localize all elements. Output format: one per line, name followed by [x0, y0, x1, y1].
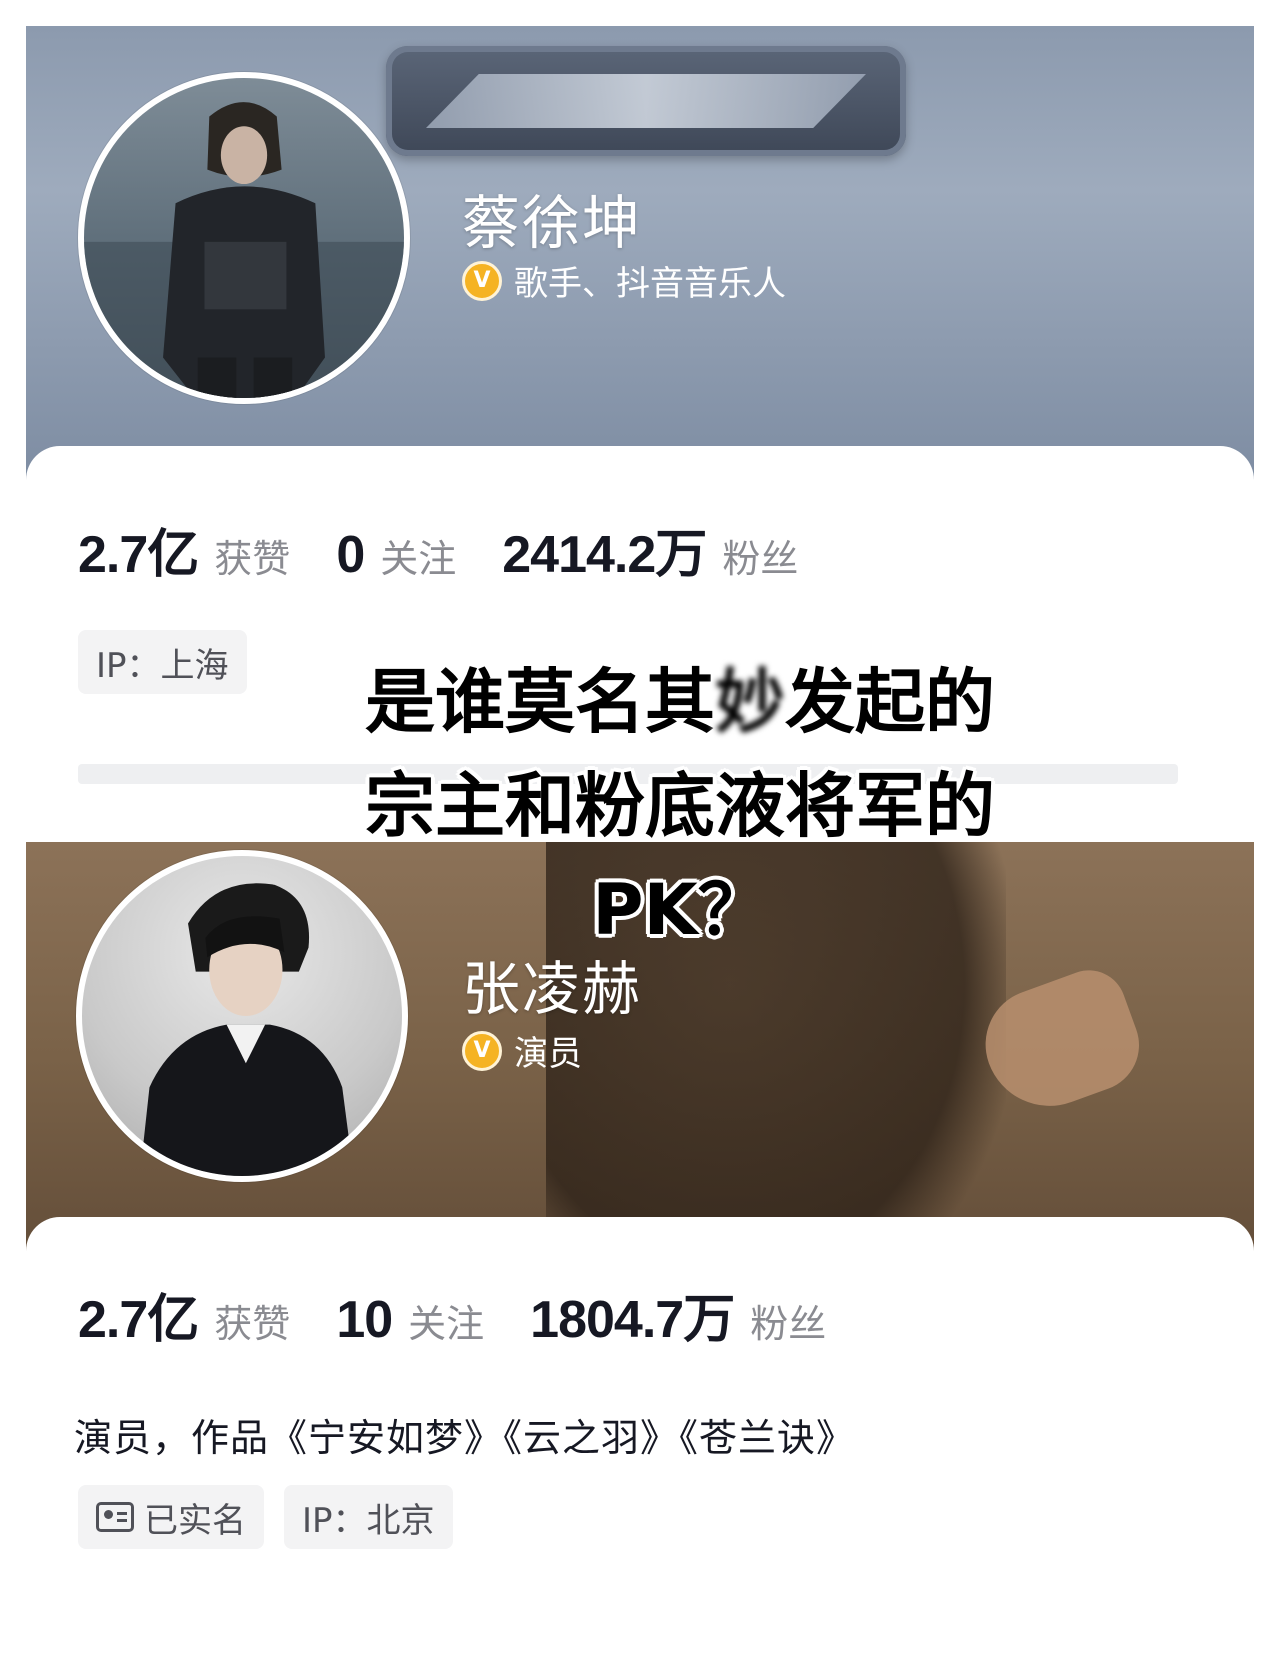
tags-row: IP：上海	[78, 630, 247, 694]
profile-card-2: 张凌赫 V 演员 2.7亿 获赞 10 关注 1804.7万 粉丝 演员，作品《…	[26, 842, 1254, 1671]
caption-line-1-end: 发起的	[784, 660, 997, 745]
stat-label: 关注	[380, 537, 457, 581]
stat-label: 粉丝	[750, 1302, 827, 1346]
overlay-caption: 是谁莫名其妙发起的 宗主和粉底液将军的 PK？	[320, 650, 1040, 962]
real-name-tag: 已实名	[78, 1485, 264, 1549]
stat-label: 粉丝	[722, 537, 799, 581]
tags-row: 已实名 IP：北京	[78, 1485, 453, 1549]
ip-location-text: IP：上海	[96, 645, 229, 686]
banner-logo-shape	[426, 74, 866, 128]
stat-value: 1804.7万	[530, 1291, 735, 1349]
stat-likes[interactable]: 2.7亿 获赞	[78, 1277, 290, 1352]
caption-line-3: PK？	[591, 868, 770, 953]
stat-value: 0	[336, 526, 365, 584]
stat-label: 获赞	[214, 537, 291, 581]
stat-label: 获赞	[214, 1302, 291, 1346]
verified-row: V 演员	[462, 1026, 582, 1075]
stat-value: 2.7亿	[78, 1291, 199, 1349]
stats-row: 2.7亿 获赞 10 关注 1804.7万 粉丝	[78, 1277, 872, 1352]
profile-bio: 演员，作品《宁安如梦》《云之羽》《苍兰诀》	[74, 1416, 856, 1460]
real-name-text: 已实名	[144, 1500, 246, 1541]
banner-logo-plate	[386, 46, 906, 156]
stat-value: 10	[336, 1291, 393, 1349]
ip-location-text: IP：北京	[302, 1500, 435, 1541]
stat-followers[interactable]: 2414.2万 粉丝	[502, 512, 798, 587]
stat-value: 2.7亿	[78, 526, 199, 584]
verified-v-icon: V	[462, 260, 502, 301]
avatar[interactable]	[78, 72, 410, 404]
caption-line-1-start: 是谁莫名其	[364, 660, 717, 745]
stat-likes[interactable]: 2.7亿 获赞	[78, 512, 290, 587]
verified-title: 演员	[514, 1034, 582, 1074]
stat-label: 关注	[408, 1302, 485, 1346]
ip-location-tag: IP：北京	[284, 1485, 453, 1549]
stats-row: 2.7亿 获赞 0 关注 2414.2万 粉丝	[78, 512, 844, 587]
ip-location-tag: IP：上海	[78, 630, 247, 694]
caption-line-2: 宗主和粉底液将军的	[364, 764, 997, 849]
stat-following[interactable]: 10 关注	[336, 1290, 484, 1350]
avatar-figure	[84, 102, 404, 398]
profile-info-card: 2.7亿 获赞 10 关注 1804.7万 粉丝 演员，作品《宁安如梦》《云之羽…	[26, 1217, 1254, 1671]
caption-line-1: 是谁莫名其妙发起的	[320, 650, 1040, 754]
stat-followers[interactable]: 1804.7万 粉丝	[530, 1277, 826, 1352]
verified-row: V 歌手、抖音音乐人	[462, 256, 786, 305]
verified-title: 歌手、抖音音乐人	[514, 264, 786, 304]
verified-v-icon: V	[462, 1030, 502, 1071]
stat-value: 2414.2万	[502, 526, 707, 584]
caption-blurred-char: 妙	[714, 660, 787, 745]
stat-following[interactable]: 0 关注	[336, 525, 456, 585]
profile-name: 蔡徐坤	[462, 189, 643, 257]
id-card-icon	[96, 1502, 134, 1532]
